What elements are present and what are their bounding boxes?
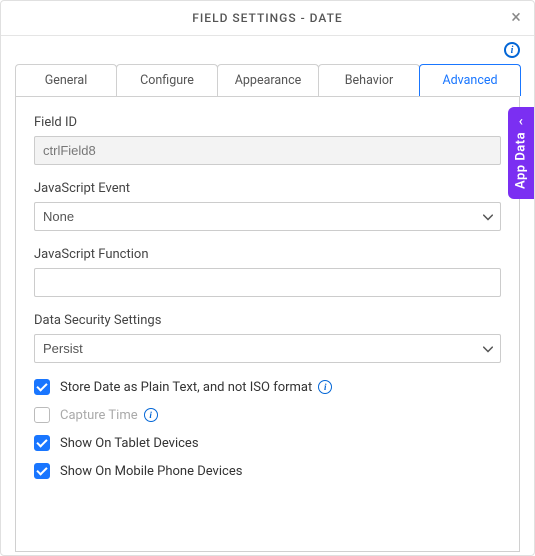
js-function-input[interactable] <box>34 268 501 297</box>
checkbox-show-mobile: Show On Mobile Phone Devices <box>34 463 501 479</box>
dialog-title: FIELD SETTINGS - DATE <box>192 11 342 25</box>
side-tab-label: App Data <box>514 132 529 189</box>
js-function-group: JavaScript Function <box>34 247 501 297</box>
js-event-label: JavaScript Event <box>34 181 501 196</box>
field-settings-dialog: FIELD SETTINGS - DATE × i General Config… <box>0 0 535 556</box>
checkbox-label: Show On Mobile Phone Devices <box>60 464 242 479</box>
info-icon[interactable]: i <box>318 380 332 394</box>
data-security-label: Data Security Settings <box>34 313 501 328</box>
close-button[interactable]: × <box>506 8 526 28</box>
checkbox-label: Store Date as Plain Text, and not ISO fo… <box>60 380 312 395</box>
js-event-select[interactable]: None <box>34 202 501 231</box>
checkbox-input[interactable] <box>34 407 50 423</box>
header-info-row: i <box>1 36 534 58</box>
side-tab-app-data[interactable]: App Data ‹ <box>508 107 534 199</box>
tab-label: Configure <box>140 73 194 88</box>
checkbox-label: Capture Time <box>60 408 138 423</box>
tab-label: General <box>45 73 88 88</box>
checkbox-input[interactable] <box>34 435 50 451</box>
tab-configure[interactable]: Configure <box>116 64 218 96</box>
checkbox-store-plain-text: Store Date as Plain Text, and not ISO fo… <box>34 379 501 395</box>
info-icon[interactable]: i <box>504 42 520 58</box>
js-function-label: JavaScript Function <box>34 247 501 262</box>
js-event-group: JavaScript Event None <box>34 181 501 231</box>
chevron-left-icon: ‹ <box>519 113 524 129</box>
tab-label: Advanced <box>442 73 497 88</box>
field-id-input[interactable] <box>34 136 501 165</box>
data-security-select-wrap: Persist <box>34 334 501 363</box>
checkbox-label: Show On Tablet Devices <box>60 436 199 451</box>
tab-panel-advanced: Field ID JavaScript Event None JavaScrip… <box>15 96 520 552</box>
field-id-group: Field ID <box>34 115 501 165</box>
js-event-select-wrap: None <box>34 202 501 231</box>
tab-appearance[interactable]: Appearance <box>217 64 319 96</box>
checkbox-input[interactable] <box>34 463 50 479</box>
dialog-header: FIELD SETTINGS - DATE × <box>1 1 534 36</box>
field-id-label: Field ID <box>34 115 501 130</box>
tab-label: Appearance <box>235 73 302 88</box>
data-security-group: Data Security Settings Persist <box>34 313 501 363</box>
tab-behavior[interactable]: Behavior <box>318 64 420 96</box>
info-icon[interactable]: i <box>144 408 158 422</box>
data-security-select[interactable]: Persist <box>34 334 501 363</box>
tab-general[interactable]: General <box>15 64 117 96</box>
checkbox-capture-time: Capture Time i <box>34 407 501 423</box>
tab-advanced[interactable]: Advanced <box>419 64 521 96</box>
checkbox-show-tablet: Show On Tablet Devices <box>34 435 501 451</box>
checkbox-input[interactable] <box>34 379 50 395</box>
close-icon: × <box>511 9 521 27</box>
tab-label: Behavior <box>345 73 393 88</box>
tab-bar: General Configure Appearance Behavior Ad… <box>15 64 520 96</box>
